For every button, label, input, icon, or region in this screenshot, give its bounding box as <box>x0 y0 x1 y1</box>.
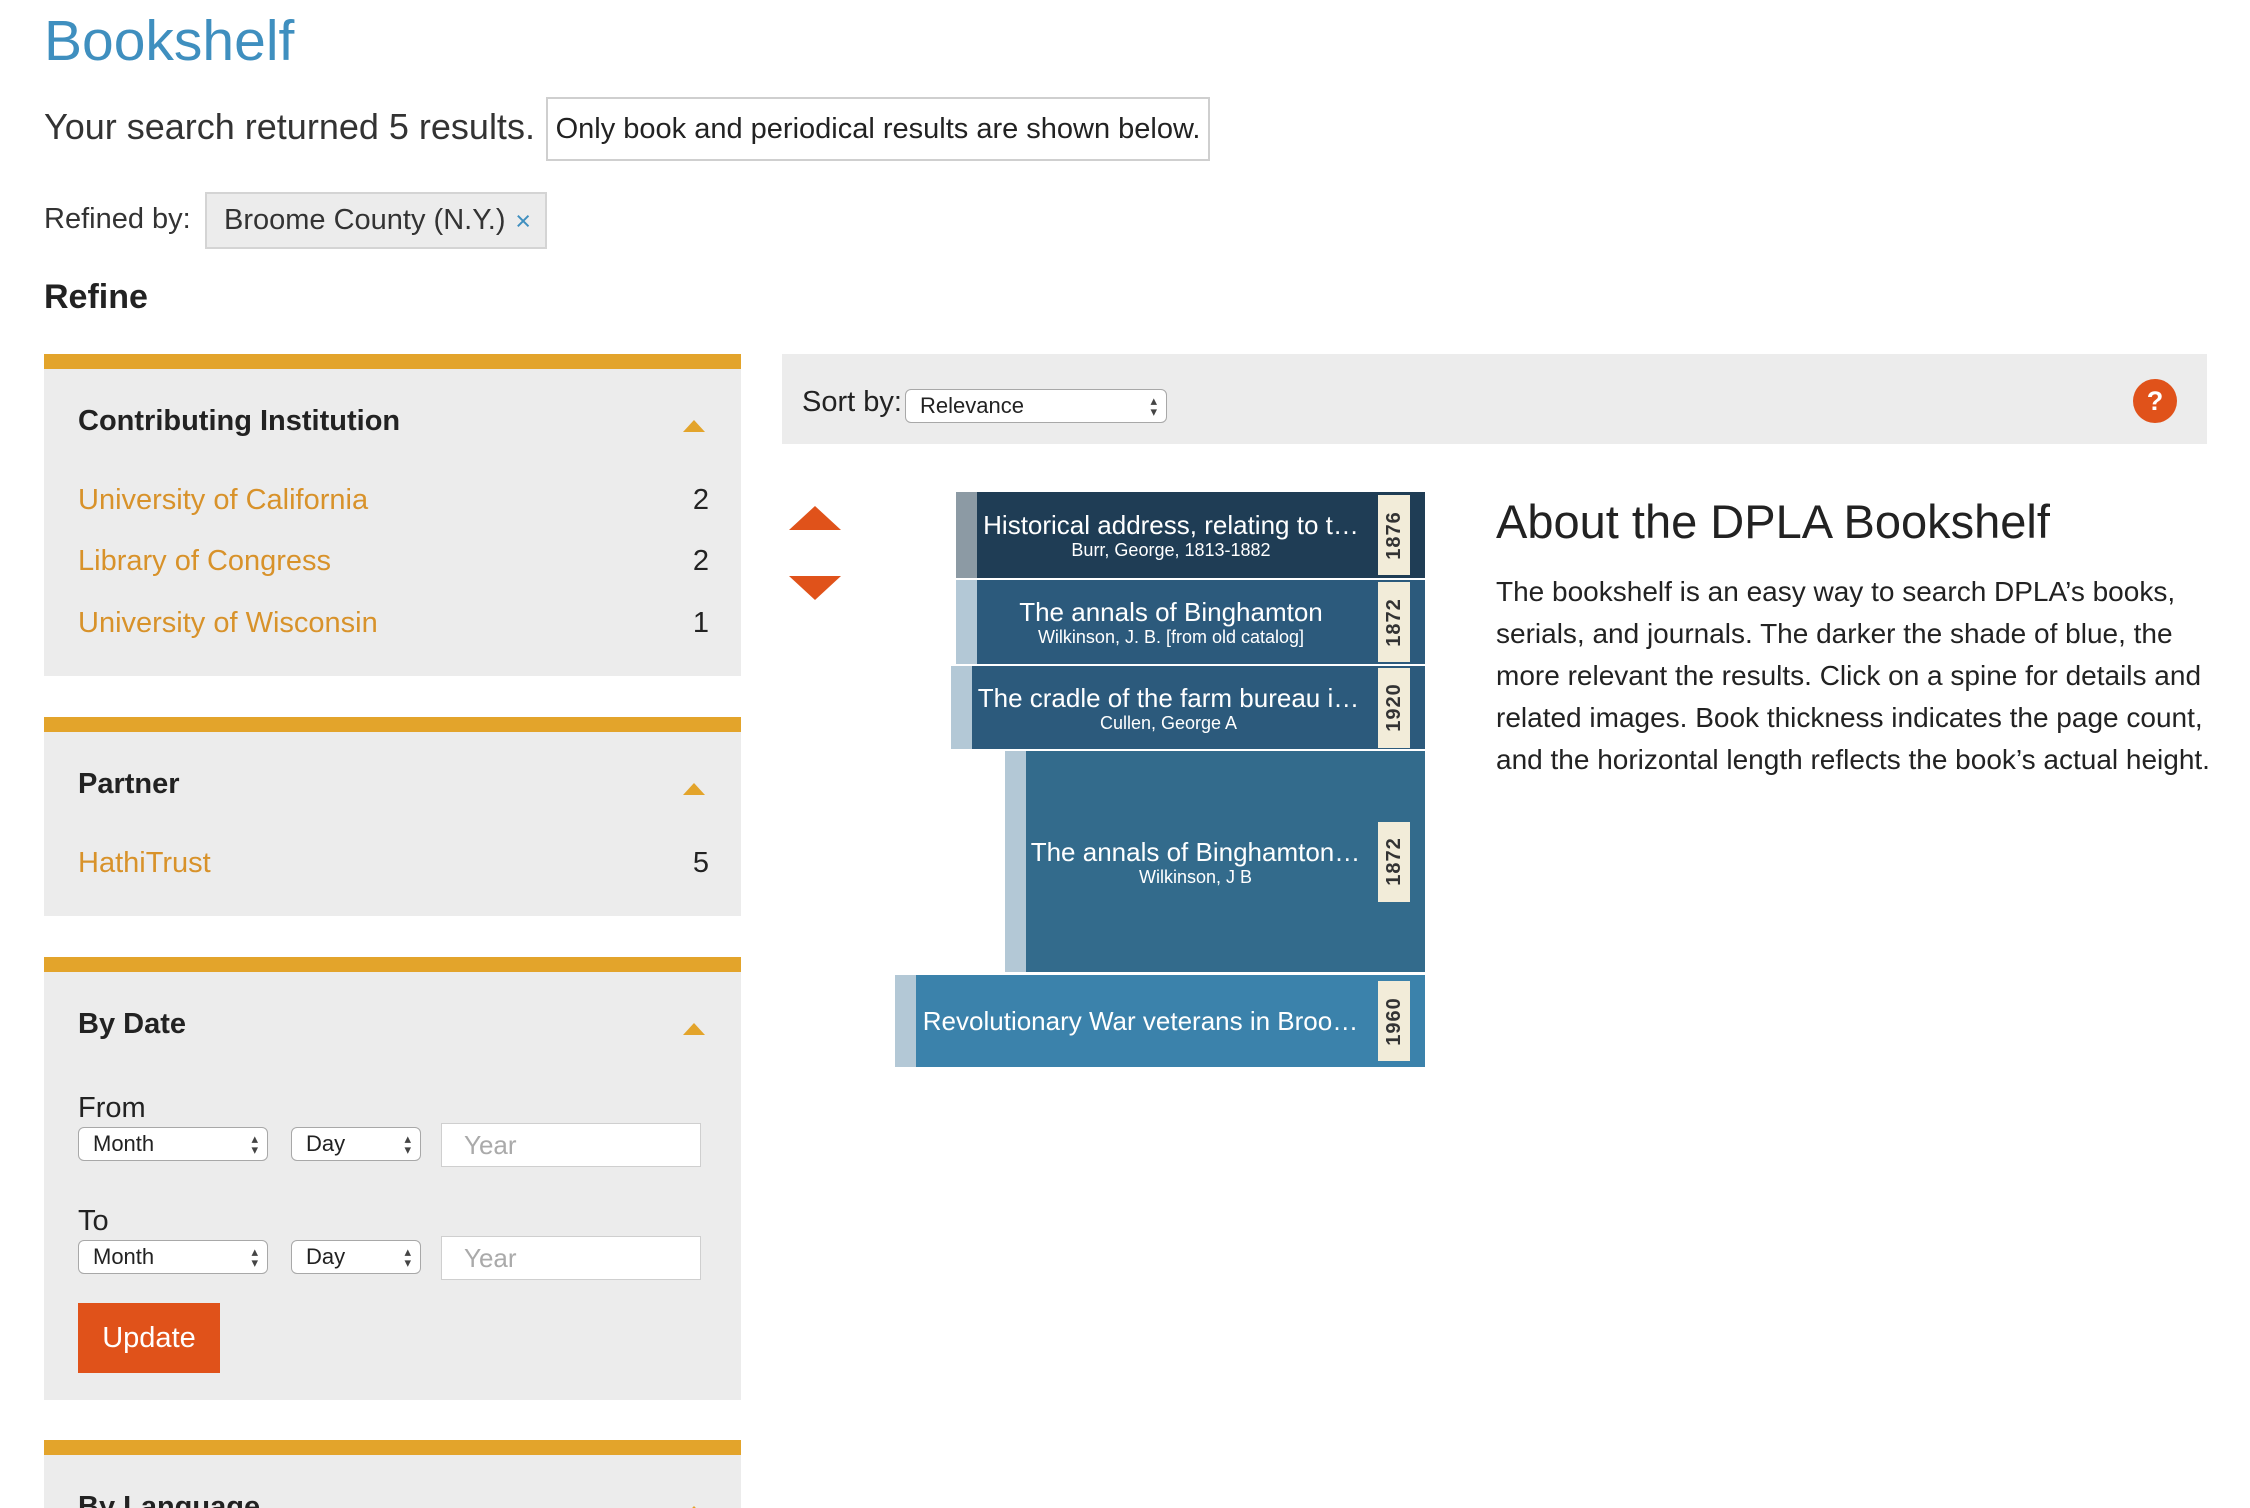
select-value: Month <box>93 1131 155 1156</box>
book-edge <box>956 492 977 578</box>
book-title: The annals of Binghamton <box>1019 597 1323 627</box>
book-spine[interactable]: The annals of Binghamton Wilkinson, J. B… <box>956 580 1425 664</box>
select-arrows-icon: ▴ ▾ <box>404 1244 411 1270</box>
from-day-select[interactable]: Day ▴ ▾ <box>291 1127 421 1161</box>
book-author: Wilkinson, J. B. [from old catalog] <box>1037 627 1305 647</box>
book-spine-body: Revolutionary War veterans in Broo… 1960 <box>916 975 1425 1067</box>
book-year-label: 1960 <box>1378 981 1410 1061</box>
facet-item-count: 2 <box>692 544 709 577</box>
book-edge <box>1005 751 1026 972</box>
facet-item[interactable]: HathiTrust 5 <box>78 843 709 883</box>
select-arrows-icon: ▴ ▾ <box>251 1244 258 1270</box>
book-year: 1960 <box>1382 996 1405 1046</box>
book-spine[interactable]: The cradle of the farm bureau i… Cullen,… <box>951 666 1425 749</box>
book-edge <box>895 975 916 1067</box>
book-year-label: 1876 <box>1378 495 1410 575</box>
help-icon[interactable]: ? <box>2133 379 2177 423</box>
results-notice: Only book and periodical results are sho… <box>546 97 1210 161</box>
book-spine[interactable]: Historical address, relating to t… Burr,… <box>956 492 1425 578</box>
book-spine[interactable]: Revolutionary War veterans in Broo… 1960 <box>895 975 1425 1067</box>
refinement-chip-label: Broome County (N.Y.) <box>224 204 506 236</box>
refine-heading: Refine <box>44 278 148 316</box>
facet-item-label[interactable]: University of Wisconsin <box>78 607 378 640</box>
to-day-select[interactable]: Day ▴ ▾ <box>291 1240 421 1274</box>
facet-item-count: 5 <box>692 846 709 879</box>
book-year-label: 1872 <box>1378 582 1410 662</box>
book-author: Cullen, George A <box>1099 712 1238 733</box>
from-month-select[interactable]: Month ▴ ▾ <box>78 1127 268 1161</box>
select-arrows-icon: ▴ ▾ <box>404 1131 411 1157</box>
book-year: 1876 <box>1382 510 1405 560</box>
to-month-select[interactable]: Month ▴ ▾ <box>78 1240 268 1274</box>
facet-item-label[interactable]: University of California <box>78 484 368 517</box>
results-count: Your search returned 5 results. <box>44 106 535 147</box>
close-icon[interactable]: × <box>515 206 531 237</box>
facet-title: By Date <box>78 1008 186 1040</box>
book-year-label: 1920 <box>1378 667 1410 748</box>
chevron-up-icon[interactable] <box>683 783 705 795</box>
select-value: Day <box>306 1244 346 1269</box>
facet-title: Partner <box>78 768 180 800</box>
select-value: Relevance <box>920 393 1024 418</box>
book-spine-body: The annals of Binghamton… Wilkinson, J B… <box>1026 751 1425 972</box>
facet-item[interactable]: University of California 2 <box>78 480 709 520</box>
from-year-input[interactable]: Year <box>441 1123 701 1167</box>
book-spine[interactable]: The annals of Binghamton… Wilkinson, J B… <box>1005 751 1425 972</box>
book-year-label: 1872 <box>1378 821 1410 902</box>
select-arrows-icon: ▴ ▾ <box>251 1131 258 1157</box>
chevron-up-icon[interactable] <box>683 420 705 432</box>
shelf-down-arrow-icon[interactable] <box>789 576 841 600</box>
book-title: The cradle of the farm bureau i… <box>977 682 1360 713</box>
from-label: From <box>78 1092 146 1124</box>
sort-select[interactable]: Relevance ▴ ▾ <box>905 389 1167 423</box>
facet-partner: Partner HathiTrust 5 <box>44 717 741 916</box>
book-edge <box>951 666 972 749</box>
about-description: The bookshelf is an easy way to search D… <box>1496 576 2210 775</box>
facet-item-count: 1 <box>692 606 709 639</box>
to-year-input[interactable]: Year <box>441 1236 701 1280</box>
facet-title: By Language <box>78 1491 261 1508</box>
facet-item[interactable]: University of Wisconsin 1 <box>78 603 709 643</box>
book-author: Wilkinson, J B <box>1138 866 1253 887</box>
facet-item-label[interactable]: Library of Congress <box>78 545 331 578</box>
select-value: Month <box>93 1244 155 1269</box>
select-value: Day <box>306 1131 346 1156</box>
book-edge <box>956 580 977 664</box>
book-title: Revolutionary War veterans in Broo… <box>922 1006 1359 1036</box>
book-author: Burr, George, 1813-1882 <box>1071 540 1271 560</box>
facet-item-label[interactable]: HathiTrust <box>78 847 211 880</box>
book-year: 1872 <box>1382 597 1405 647</box>
book-spine-body: The cradle of the farm bureau i… Cullen,… <box>972 666 1425 749</box>
facet-item-count: 2 <box>692 483 709 516</box>
facet-contributing-institution: Contributing Institution University of C… <box>44 354 741 676</box>
to-label: To <box>78 1205 109 1237</box>
book-title: Historical address, relating to t… <box>983 510 1359 540</box>
about-title: About the DPLA Bookshelf <box>1496 495 2050 548</box>
book-title: The annals of Binghamton… <box>1030 836 1361 867</box>
refinement-chip: Broome County (N.Y.) × <box>205 192 547 249</box>
sort-label: Sort by: <box>802 386 902 418</box>
shelf-up-arrow-icon[interactable] <box>789 506 841 530</box>
book-spine-body: Historical address, relating to t… Burr,… <box>977 492 1425 578</box>
facet-item[interactable]: Library of Congress 2 <box>78 541 709 581</box>
update-button[interactable]: Update <box>78 1303 220 1373</box>
chevron-up-icon[interactable] <box>683 1023 705 1035</box>
book-year: 1920 <box>1382 683 1405 732</box>
page-title: Bookshelf <box>44 9 295 73</box>
facet-by-date: By Date From Month ▴ ▾ Day ▴ ▾ Year To Mon… <box>44 957 741 1400</box>
book-spine-body: The annals of Binghamton Wilkinson, J. B… <box>977 580 1425 664</box>
select-arrows-icon: ▴ ▾ <box>1150 393 1157 419</box>
facet-by-language: By Language <box>44 1440 741 1508</box>
sort-bar: Sort by: Relevance ▴ ▾ ? <box>782 354 2207 444</box>
facet-title: Contributing Institution <box>78 405 401 437</box>
book-year: 1872 <box>1382 837 1405 886</box>
refined-by-label: Refined by: <box>44 203 191 235</box>
